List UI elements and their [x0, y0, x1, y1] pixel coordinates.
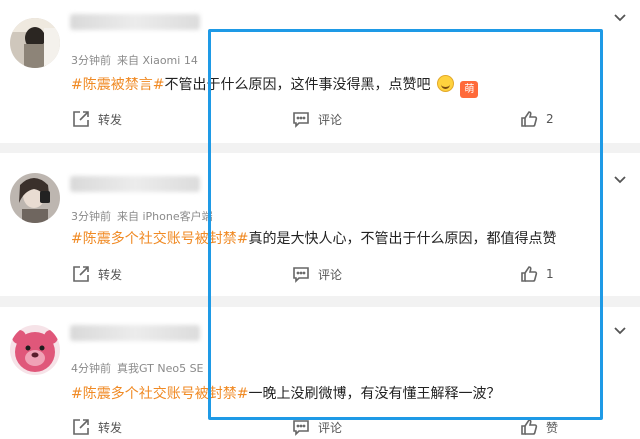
comment-body: 不管出于什么原因，这件事没得黑，点赞吧 — [164, 77, 431, 93]
action-bar: 转发 评论 2 — [0, 110, 640, 134]
comment-text: #陈震多个社交账号被封禁#真的是大快人心，不管出于什么原因，都值得点赞 — [71, 228, 556, 248]
comment-meta: 4分钟前 真我GT Neo5 SE — [71, 360, 204, 376]
comment-icon — [293, 267, 309, 283]
comment-source: 来自 Xiaomi 14 — [117, 54, 198, 67]
hashtag-link[interactable]: #陈震被禁言# — [71, 77, 164, 93]
chevron-down-icon[interactable] — [614, 170, 626, 184]
hashtag-link[interactable]: #陈震多个社交账号被封禁# — [71, 386, 248, 402]
comment-time: 3分钟前 — [71, 54, 111, 67]
comment-card: 3分钟前 来自 iPhone客户端 #陈震多个社交账号被封禁#真的是大快人心，不管… — [0, 153, 640, 296]
forward-icon — [73, 266, 89, 282]
action-bar: 转发 评论 1 — [0, 265, 640, 289]
comment-label: 评论 — [318, 112, 343, 127]
comment-time: 3分钟前 — [71, 210, 111, 223]
comment-body: 真的是大快人心，不管出于什么原因，都值得点赞 — [248, 231, 557, 247]
avatar[interactable] — [10, 18, 60, 68]
comment-icon — [293, 112, 309, 128]
grin-emoji-icon — [436, 75, 454, 92]
thumbs-up-icon — [521, 266, 538, 282]
forward-button[interactable]: 转发 — [72, 110, 122, 128]
thumbs-up-icon — [521, 111, 538, 127]
like-label: 赞 — [546, 420, 559, 435]
like-button[interactable]: 赞 — [520, 418, 558, 436]
comment-source: 来自 iPhone客户端 — [117, 210, 213, 223]
comment-body: 一晚上没刷微博，有没有懂王解释一波？ — [248, 386, 501, 402]
username-blurred[interactable] — [70, 176, 200, 192]
forward-label: 转发 — [98, 420, 123, 435]
like-count: 1 — [546, 267, 554, 281]
comment-button[interactable]: 评论 — [292, 265, 342, 283]
like-count: 2 — [546, 112, 554, 126]
like-button[interactable]: 1 — [520, 265, 554, 283]
like-button[interactable]: 2 — [520, 110, 554, 128]
meng-badge-emoji: 萌 — [460, 81, 479, 98]
avatar[interactable] — [10, 173, 60, 223]
comment-button[interactable]: 评论 — [292, 110, 342, 128]
comment-card: 3分钟前 来自 Xiaomi 14 #陈震被禁言#不管出于什么原因，这件事没得黑，… — [0, 0, 640, 143]
comment-meta: 3分钟前 来自 Xiaomi 14 — [71, 52, 198, 68]
comment-source: 真我GT Neo5 SE — [117, 362, 204, 375]
chevron-down-icon[interactable] — [614, 8, 626, 22]
chevron-down-icon[interactable] — [614, 321, 626, 335]
comment-meta: 3分钟前 来自 iPhone客户端 — [71, 208, 213, 224]
comment-label: 评论 — [318, 420, 343, 435]
username-blurred[interactable] — [70, 325, 200, 341]
comment-icon — [293, 420, 309, 436]
avatar[interactable] — [10, 325, 60, 375]
comment-label: 评论 — [318, 267, 343, 282]
comment-text: #陈震被禁言#不管出于什么原因，这件事没得黑，点赞吧 萌 — [71, 74, 479, 98]
forward-button[interactable]: 转发 — [72, 418, 122, 436]
forward-icon — [73, 419, 89, 435]
forward-icon — [73, 111, 89, 127]
comment-card: 4分钟前 真我GT Neo5 SE #陈震多个社交账号被封禁#一晚上没刷微博，有没… — [0, 307, 640, 439]
comment-text: #陈震多个社交账号被封禁#一晚上没刷微博，有没有懂王解释一波？ — [71, 383, 500, 403]
action-bar: 转发 评论 赞 — [0, 418, 640, 439]
username-blurred[interactable] — [70, 14, 200, 30]
forward-label: 转发 — [98, 267, 123, 282]
forward-button[interactable]: 转发 — [72, 265, 122, 283]
forward-label: 转发 — [98, 112, 123, 127]
hashtag-link[interactable]: #陈震多个社交账号被封禁# — [71, 231, 248, 247]
comment-button[interactable]: 评论 — [292, 418, 342, 436]
comment-time: 4分钟前 — [71, 362, 111, 375]
thumbs-up-icon — [521, 419, 538, 435]
